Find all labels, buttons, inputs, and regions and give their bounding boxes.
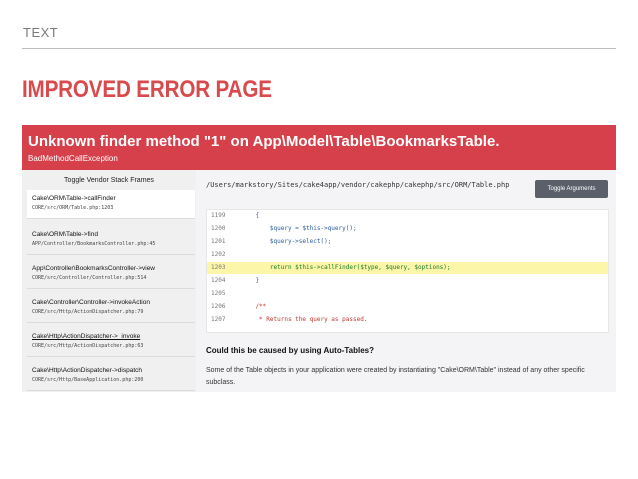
slide-title: IMPROVED ERROR PAGE [22, 76, 272, 103]
exception-type: BadMethodCallException [28, 154, 118, 163]
code-line: 1202 [207, 249, 608, 261]
line-source: return $this->callFinder($type, $query, … [241, 264, 451, 271]
stack-frame[interactable]: Cake\Http\ActionDispatcher->dispatch COR… [27, 362, 195, 391]
frame-file: APP/Controller/BookmarksController.php:4… [32, 241, 156, 247]
frame-file: CORE/src/Controller/Controller.php:514 [32, 275, 147, 281]
line-number: 1204 [211, 277, 226, 284]
frame-detail-panel: /Users/markstory/Sites/cake4app/vendor/c… [196, 170, 616, 392]
code-line: 1207 * Returns the query as passed. [207, 314, 608, 326]
frame-file: CORE/src/Http/ActionDispatcher.php:63 [32, 343, 144, 349]
line-number: 1200 [211, 225, 226, 232]
file-path: /Users/markstory/Sites/cake4app/vendor/c… [206, 181, 510, 189]
slide-divider [22, 48, 616, 49]
line-number: 1202 [211, 251, 226, 258]
slide-tag: TEXT [23, 25, 59, 40]
line-source: * Returns the query as passed. [241, 316, 368, 323]
stack-frame[interactable]: Cake\Http\ActionDispatcher->_invoke CORE… [27, 328, 195, 357]
code-line: 1201 $query->select(); [207, 236, 608, 248]
frame-name: App\Controller\BookmarksController->view [32, 265, 156, 272]
frame-file: CORE/src/ORM/Table.php:1203 [32, 205, 114, 211]
line-source: $query = $this->query(); [241, 225, 357, 232]
stack-frame[interactable]: App\Controller\BookmarksController->view… [27, 260, 195, 289]
stack-frames-sidebar: Toggle Vendor Stack Frames Cake\ORM\Tabl… [22, 170, 196, 392]
line-number: 1207 [211, 316, 226, 323]
stack-frame[interactable]: Cake\ORM\Table->callFinder CORE/src/ORM/… [27, 190, 195, 219]
highlighted-code-line: 1203 return $this->callFinder($type, $qu… [207, 262, 608, 274]
line-number: 1201 [211, 238, 226, 245]
line-source: /** [241, 303, 267, 310]
toggle-arguments-button[interactable]: Toggle Arguments [535, 180, 608, 198]
error-title: Unknown finder method "1" on App\Model\T… [28, 133, 500, 150]
code-line: 1206 /** [207, 301, 608, 313]
code-excerpt: 1199 { 1200 $query = $this->query(); 120… [206, 209, 609, 333]
frame-name: Cake\Controller\Controller->invokeAction [32, 299, 150, 306]
line-number: 1199 [211, 212, 226, 219]
frame-name: Cake\Http\ActionDispatcher->_invoke [32, 333, 141, 340]
code-line: 1200 $query = $this->query(); [207, 223, 608, 235]
line-source: } [241, 277, 260, 284]
code-line: 1204 } [207, 275, 608, 287]
toggle-vendor-frames-link[interactable]: Toggle Vendor Stack Frames [22, 177, 196, 184]
frame-file: CORE/src/Http/BaseApplication.php:200 [32, 377, 144, 383]
cause-description: Some of the Table objects in your applic… [206, 367, 585, 386]
code-line: 1205 [207, 288, 608, 300]
code-line: 1199 { [207, 210, 608, 222]
error-page-screenshot: Unknown finder method "1" on App\Model\T… [22, 125, 616, 392]
frame-name: Cake\ORM\Table->callFinder [32, 195, 116, 202]
line-number: 1205 [211, 290, 226, 297]
line-source: { [241, 212, 260, 219]
line-source: $query->select(); [241, 238, 332, 245]
cause-heading: Could this be caused by using Auto-Table… [206, 346, 375, 355]
frame-file: CORE/src/Http/ActionDispatcher.php:79 [32, 309, 144, 315]
stack-frame[interactable]: Cake\ORM\Table->find APP/Controller/Book… [27, 226, 195, 255]
frame-name: Cake\ORM\Table->find [32, 231, 98, 238]
frame-name: Cake\Http\ActionDispatcher->dispatch [32, 367, 143, 374]
stack-frame[interactable]: Cake\Controller\Controller->invokeAction… [27, 294, 195, 323]
line-number: 1203 [211, 264, 226, 271]
line-number: 1206 [211, 303, 226, 310]
error-header: Unknown finder method "1" on App\Model\T… [22, 125, 616, 170]
